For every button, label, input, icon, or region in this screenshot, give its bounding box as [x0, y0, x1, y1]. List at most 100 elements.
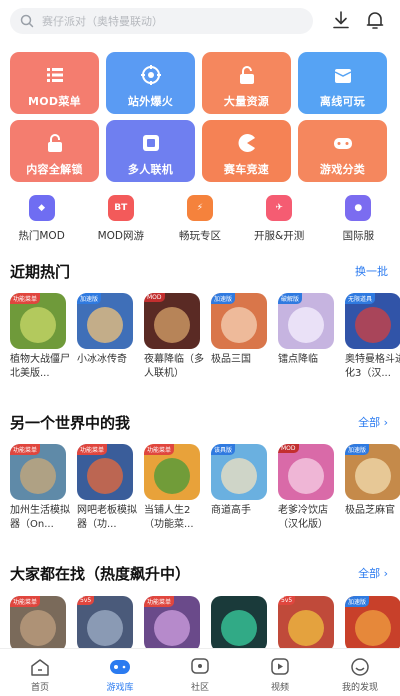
game-item[interactable]: 5v5 [278, 596, 334, 652]
game-item[interactable]: 加速版 极品芝麻官 [345, 444, 400, 539]
feature-grid: MOD菜单 站外爆火 大量资源 离线可玩 内容全解锁 多人联机 赛车竞速 游戏分… [10, 52, 388, 182]
game-artwork [20, 610, 56, 646]
game-artwork [221, 458, 257, 494]
game-item[interactable]: MOD 老爹冷饮店（汉化版） [278, 444, 334, 539]
tile-label: 站外爆火 [127, 95, 174, 108]
section-title: 大家都在找（热度飙升中） [10, 564, 191, 583]
tile-label: 游戏分类 [319, 163, 366, 176]
refresh-link[interactable]: 换一批 [355, 263, 388, 279]
game-artwork [20, 307, 56, 343]
game-name: 奥特曼格斗进化3（汉... [345, 354, 400, 379]
tile-offline[interactable]: 离线可玩 [298, 52, 387, 114]
game-item[interactable]: 破解版 镭点降临 [278, 293, 334, 388]
tab-community[interactable]: 社区 [170, 657, 230, 696]
category-free-play[interactable]: ⚡ 畅玩专区 [164, 195, 236, 243]
game-item[interactable]: 加速版 小冰冰传奇 [77, 293, 133, 388]
bell-icon[interactable] [364, 9, 386, 31]
game-badge: 功能菜单 [144, 596, 175, 607]
game-artwork [288, 610, 324, 646]
game-item[interactable]: 该具版 商道高手 [211, 444, 267, 539]
category-new-servers[interactable]: ✈ 开服&开测 [243, 195, 315, 243]
category-label: 国际服 [342, 230, 375, 242]
category-mod-online[interactable]: BT MOD网游 [85, 195, 157, 243]
category-hot-mod[interactable]: ◆ 热门MOD [6, 195, 78, 243]
view-all-link[interactable]: 全部 › [358, 565, 388, 581]
game-artwork [154, 610, 190, 646]
game-item[interactable]: 功能菜单 当铺人生2（功能菜... [144, 444, 200, 539]
bt-icon: BT [107, 195, 134, 221]
game-item[interactable]: 加速版 极品三国 [211, 293, 267, 388]
view-all-link[interactable]: 全部 › [358, 414, 388, 430]
category-label: 热门MOD [18, 230, 65, 242]
game-name: 加州生活模拟器（On... [10, 505, 70, 530]
game-item[interactable]: MOD 夜幕降临（多人联机） [144, 293, 204, 388]
planet-icon: ● [345, 195, 372, 221]
rocket-icon: ✈ [266, 195, 293, 221]
category-international[interactable]: ● 国际服 [322, 195, 394, 243]
game-name: 镭点降临 [278, 354, 318, 365]
play-icon [271, 658, 289, 675]
game-icon: 功能菜单 [10, 596, 66, 652]
game-item[interactable]: 功能菜单 网吧老板模拟器（功... [77, 444, 137, 539]
game-badge: 该具版 [211, 444, 236, 455]
download-icon[interactable] [330, 9, 352, 31]
view-all-label: 全部 [358, 416, 381, 429]
game-item[interactable] [211, 596, 267, 652]
game-badge: 加速版 [345, 596, 370, 607]
game-item[interactable]: 5v5 [77, 596, 133, 652]
game-name: 植物大战僵尸北美版... [10, 354, 70, 379]
game-icon: 加速版 [345, 596, 400, 652]
tile-resources[interactable]: 大量资源 [202, 52, 291, 114]
category-label: 开服&开测 [254, 230, 305, 242]
section-header-trending: 大家都在找（热度飙升中） 全部 › [10, 562, 388, 584]
game-icon: 无限道具 [345, 293, 400, 349]
game-item[interactable]: 加速版 [345, 596, 400, 652]
game-artwork [154, 458, 190, 494]
game-badge: 加速版 [77, 293, 102, 304]
game-icon: 5v5 [77, 596, 133, 652]
tile-offsite-hot[interactable]: 站外爆火 [106, 52, 195, 114]
game-artwork [221, 307, 257, 343]
search-input[interactable]: 赛仔派对（奥特曼联动） [10, 8, 313, 34]
game-badge: 破解版 [278, 293, 303, 304]
game-name: 网吧老板模拟器（功... [77, 505, 137, 530]
game-artwork [87, 307, 123, 343]
tile-mod-menu[interactable]: MOD菜单 [10, 52, 99, 114]
tab-label: 游戏库 [106, 683, 134, 693]
chat-icon [191, 658, 209, 674]
tab-me[interactable]: 我的发现 [330, 657, 390, 696]
tile-unlock-all[interactable]: 内容全解锁 [10, 120, 99, 182]
category-label: 畅玩专区 [178, 230, 221, 242]
tab-game-library[interactable]: 游戏库 [90, 657, 150, 696]
tile-racing[interactable]: 赛车竞速 [202, 120, 291, 182]
game-badge: 5v5 [278, 596, 296, 605]
game-row-recent: 功能菜单 植物大战僵尸北美版... 加速版 小冰冰传奇 MOD 夜幕降临（多人联机） 加速版… [10, 293, 400, 388]
game-icon: MOD [278, 444, 334, 500]
tile-multiplayer[interactable]: 多人联机 [106, 120, 195, 182]
game-item[interactable]: 功能菜单 [10, 596, 66, 652]
game-item[interactable]: 无限道具奥特曼格斗进化3（汉... [345, 293, 400, 388]
game-icon [211, 596, 267, 652]
list-icon [46, 68, 63, 82]
game-badge: 加速版 [211, 293, 236, 304]
game-badge: 加速版 [345, 444, 370, 455]
game-item[interactable]: 功能菜单 植物大战僵尸北美版... [10, 293, 70, 388]
section-title: 近期热门 [10, 262, 71, 281]
tile-game-categories[interactable]: 游戏分类 [298, 120, 387, 182]
lightning-icon: ⚡ [186, 195, 213, 221]
category-shortcuts: ◆ 热门MOD BT MOD网游 ⚡ 畅玩专区 ✈ 开服&开测 ● 国际服 [0, 195, 400, 243]
tab-home[interactable]: 首页 [10, 657, 70, 696]
tile-label: 内容全解锁 [26, 163, 83, 176]
game-item[interactable]: 功能菜单 加州生活模拟器（On... [10, 444, 70, 539]
tab-video[interactable]: 视频 [250, 657, 310, 696]
game-name: 当铺人生2（功能菜... [144, 505, 194, 530]
game-icon: 加速版 [345, 444, 400, 500]
home-icon [31, 659, 49, 676]
game-artwork [355, 610, 391, 646]
game-badge: MOD [278, 444, 299, 453]
tile-label: 多人联机 [127, 163, 174, 176]
tab-label: 视频 [270, 683, 289, 693]
game-badge: MOD [144, 293, 165, 302]
game-badge: 功能菜单 [10, 596, 41, 607]
game-item[interactable]: 功能菜单 [144, 596, 200, 652]
